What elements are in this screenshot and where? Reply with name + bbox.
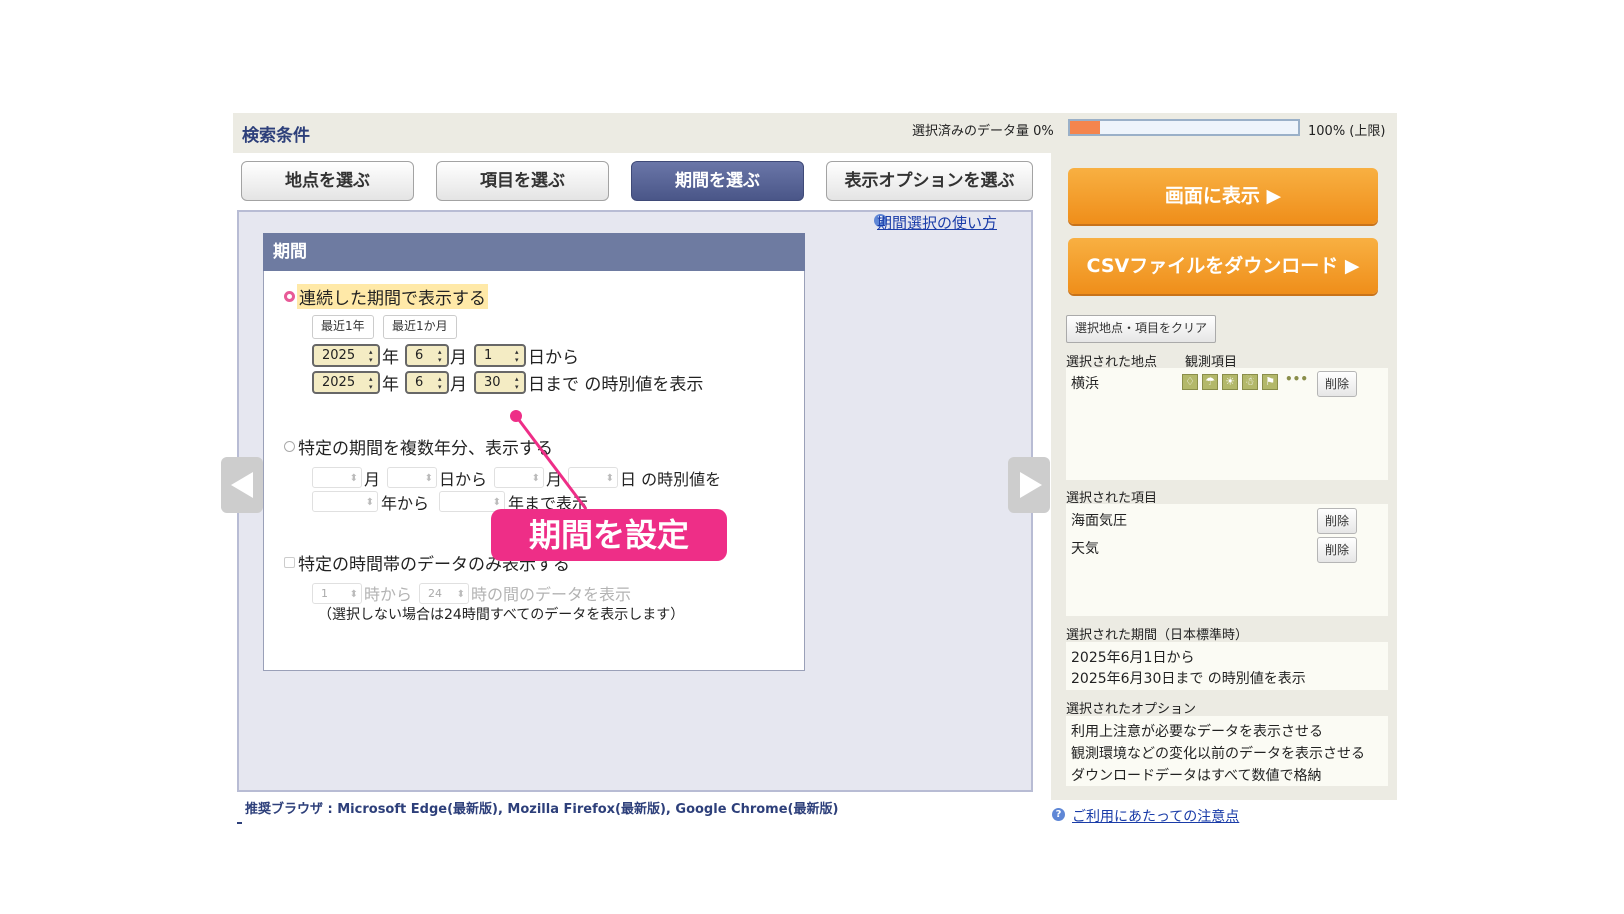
snowman-icon: ☃ <box>1242 374 1258 390</box>
period-heading: 期間 <box>263 233 805 271</box>
hour-from-select[interactable]: 1 <box>312 583 362 604</box>
usage-notice-link[interactable]: ご利用にあたっての注意点 <box>1072 806 1239 826</box>
tab-select-station[interactable]: 地点を選ぶ <box>241 161 414 201</box>
multi-year-from-select[interactable] <box>312 491 378 512</box>
more-icons: ••• <box>1285 372 1309 386</box>
page-title: 検索条件 <box>242 126 310 146</box>
data-capacity-bar <box>1068 119 1300 136</box>
delete-item-button[interactable]: 削除 <box>1317 537 1357 563</box>
selected-item: 天気 <box>1071 541 1099 557</box>
recommended-browsers-note: 推奨ブラウザ : Microsoft Edge(最新版), Mozilla Fi… <box>245 802 839 817</box>
hours-checkbox[interactable] <box>284 557 295 568</box>
month-suffix-1: 月 <box>450 348 467 368</box>
multi-day-select[interactable] <box>387 467 437 488</box>
recent-year-button[interactable]: 最近1年 <box>312 315 374 339</box>
from-suffix: 日から <box>528 348 579 368</box>
sun-icon: ☀ <box>1222 374 1238 390</box>
period-line-from: 2025年6月1日から <box>1071 650 1195 666</box>
hour-to-suffix: 時の間のデータを表示 <box>471 585 632 604</box>
continuous-period-label: 連続した期間で表示する <box>297 284 488 309</box>
delete-station-button[interactable]: 削除 <box>1317 371 1357 397</box>
wind-icon: ⚑ <box>1262 374 1278 390</box>
hours-note: （選択しない場合は24時間すべてのデータを表示します） <box>318 607 685 623</box>
next-step-arrow[interactable] <box>1008 457 1050 513</box>
radio-multi-year[interactable] <box>284 441 295 452</box>
download-csv-button[interactable]: CSVファイルをダウンロード ▶ <box>1068 238 1378 294</box>
data-capacity-fill <box>1070 121 1100 134</box>
option-line: 利用上注意が必要なデータを表示させる <box>1071 724 1323 740</box>
delete-item-button[interactable]: 削除 <box>1317 508 1357 534</box>
to-day-select[interactable]: 30 <box>474 371 526 394</box>
multi-year-to-select[interactable] <box>439 491 505 512</box>
prev-step-arrow[interactable] <box>221 457 263 513</box>
data-capacity-label: 選択済みのデータ量 0% <box>912 124 1054 139</box>
hour-to-select[interactable]: 24 <box>419 583 469 604</box>
multi-year-from-suffix: 年から <box>381 494 430 513</box>
from-day-select[interactable]: 1 <box>474 344 526 367</box>
multi-day-suffix: 日 の時別値を <box>620 470 722 489</box>
annotation-pointer <box>510 410 588 510</box>
station-name: 横浜 <box>1071 376 1099 392</box>
year-suffix-1: 年 <box>382 348 399 368</box>
selected-options-label: 選択されたオプション <box>1066 702 1197 717</box>
from-month-select[interactable]: 6 <box>405 344 449 367</box>
option-line: 観測環境などの変化以前のデータを表示させる <box>1071 746 1365 762</box>
year-suffix-2: 年 <box>382 375 399 395</box>
period-help-link[interactable]: 期間選択の使い方 <box>877 212 997 233</box>
data-capacity-max: 100% (上限) <box>1308 124 1386 139</box>
footer-mark <box>237 822 242 824</box>
to-suffix: 日まで の時別値を表示 <box>528 375 704 395</box>
from-year-select[interactable]: 2025 <box>312 344 380 367</box>
weather-icon: ♢ <box>1182 374 1198 390</box>
tab-select-period[interactable]: 期間を選ぶ <box>631 161 804 201</box>
tab-select-options[interactable]: 表示オプションを選ぶ <box>826 161 1033 201</box>
multi-month-select[interactable] <box>312 467 362 488</box>
month-suffix-2: 月 <box>450 375 467 395</box>
annotation-label: 期間を設定 <box>491 509 727 561</box>
notice-help-icon: ? <box>1052 808 1065 821</box>
tab-select-items[interactable]: 項目を選ぶ <box>436 161 609 201</box>
clear-selection-button[interactable]: 選択地点・項目をクリア <box>1066 315 1217 343</box>
radio-continuous[interactable] <box>284 291 295 302</box>
option-line: ダウンロードデータはすべて数値で格納 <box>1071 768 1322 784</box>
hour-from-suffix: 時から <box>364 585 413 604</box>
multi-month-suffix: 月 <box>364 470 381 489</box>
to-year-select[interactable]: 2025 <box>312 371 380 394</box>
multi-day-from-suffix: 日から <box>439 470 488 489</box>
recent-month-button[interactable]: 最近1か月 <box>383 315 457 339</box>
to-month-select[interactable]: 6 <box>405 371 449 394</box>
selected-item: 海面気圧 <box>1071 513 1127 529</box>
selected-period-label: 選択された期間（日本標準時） <box>1066 628 1249 643</box>
period-line-to: 2025年6月30日まで の時別値を表示 <box>1071 671 1306 687</box>
umbrella-icon: ☂ <box>1202 374 1218 390</box>
show-on-screen-button[interactable]: 画面に表示 ▶ <box>1068 168 1378 224</box>
